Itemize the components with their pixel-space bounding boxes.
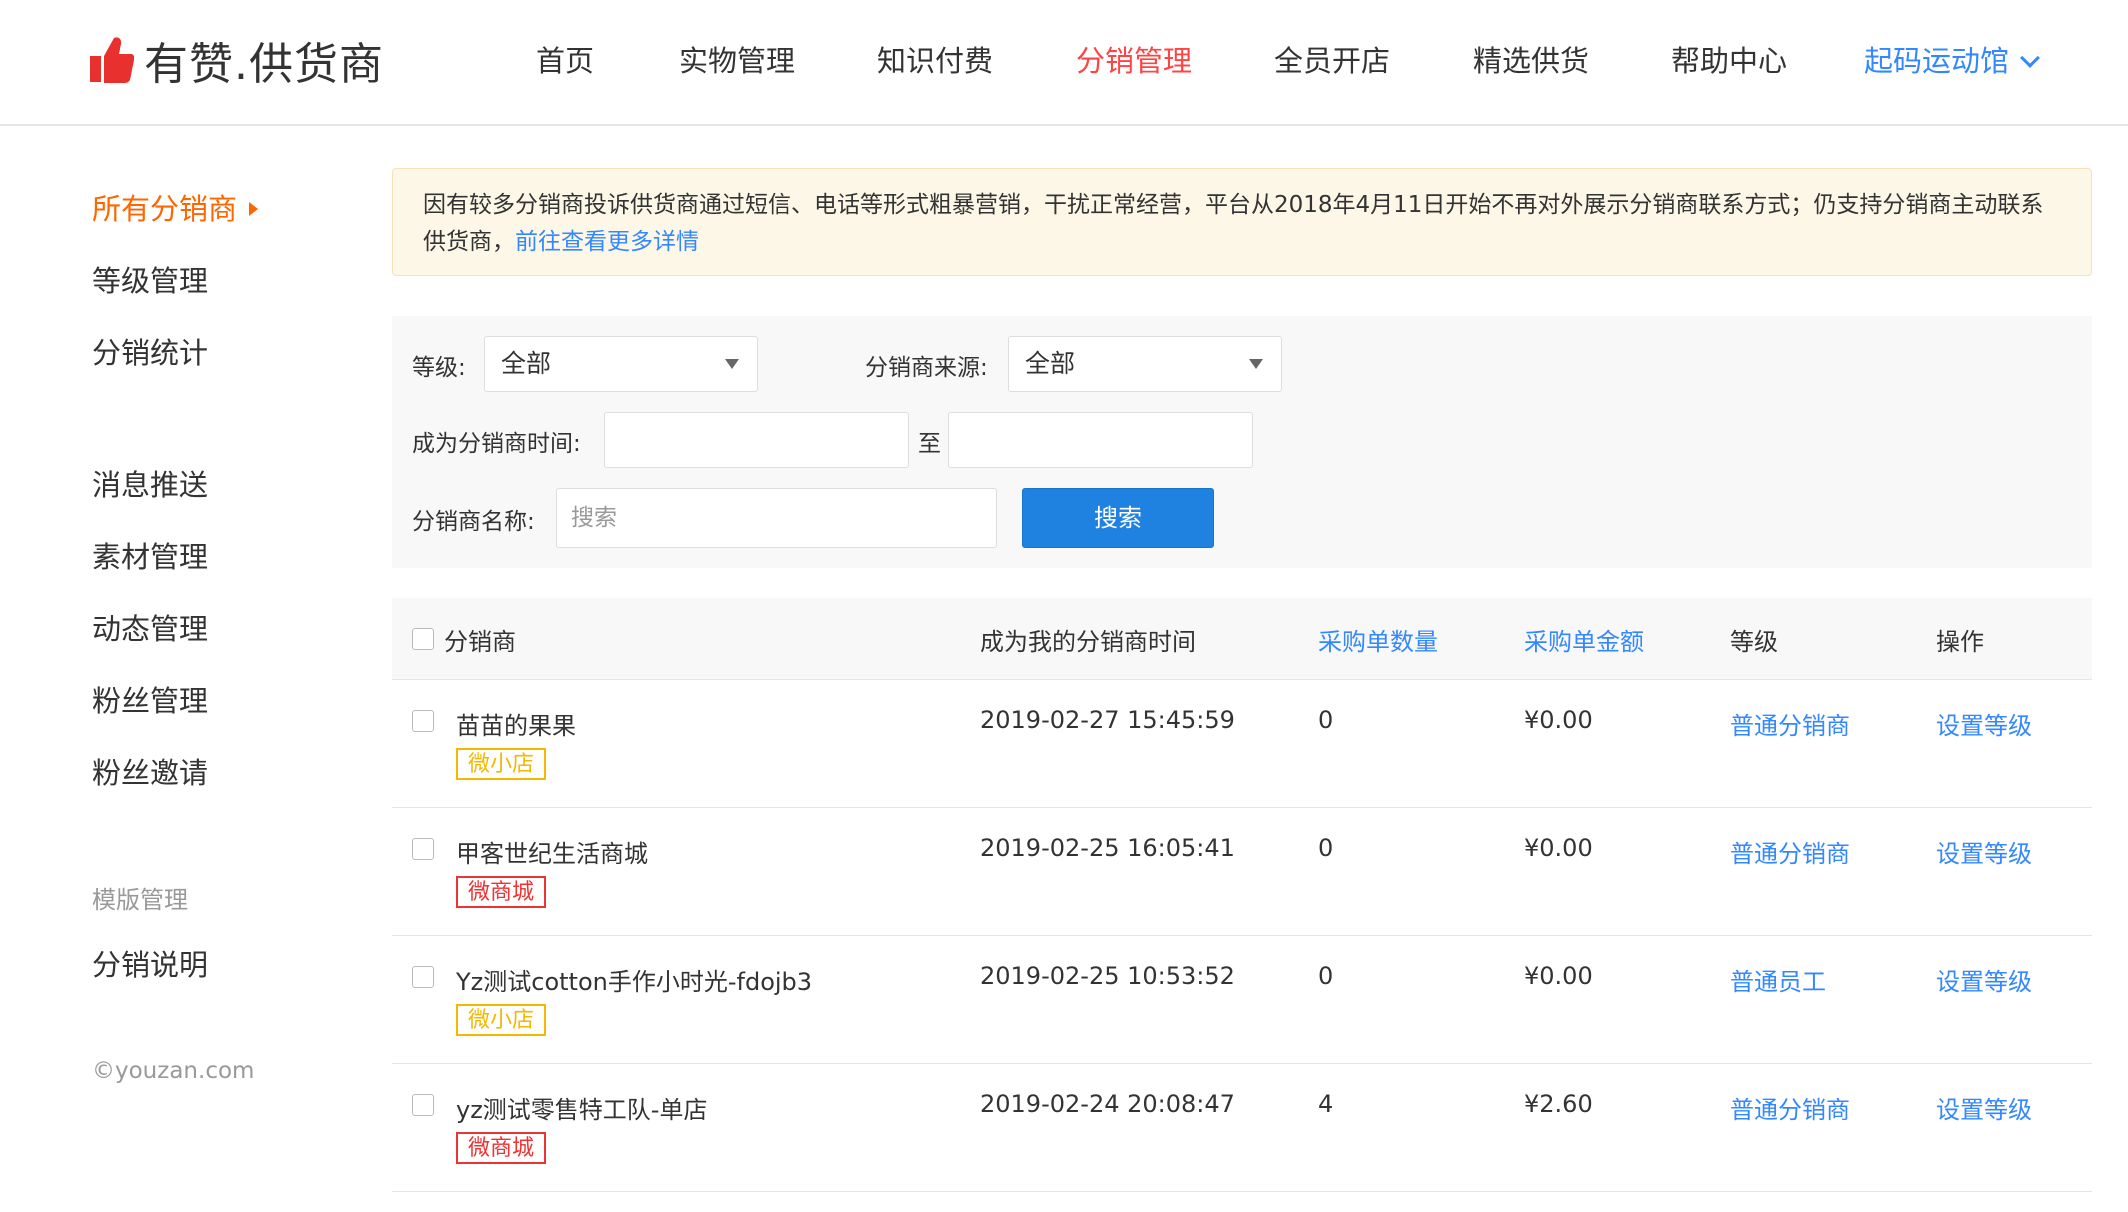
copyright: ©youzan.com [92, 1058, 255, 1084]
end-time-input[interactable] [948, 412, 1253, 468]
level-filter-label: 等级: [412, 355, 466, 381]
nav-selected-supply[interactable]: 精选供货 [1473, 38, 1589, 80]
row-checkbox[interactable] [412, 966, 434, 988]
table-row: Yz测试cotton手作小时光-fdojb3 微小店 2019-02-25 10… [392, 936, 2092, 1064]
nav-all-staff-store[interactable]: 全员开店 [1274, 38, 1390, 80]
order-count: 4 [1318, 1090, 1334, 1118]
level-link[interactable]: 普通分销商 [1730, 834, 1850, 869]
order-amount: ¥0.00 [1524, 706, 1593, 734]
level-link[interactable]: 普通分销商 [1730, 706, 1850, 741]
joined-time: 2019-02-24 20:08:47 [980, 1090, 1235, 1118]
order-count: 0 [1318, 962, 1334, 990]
time-range-separator: 至 [918, 431, 941, 457]
row-checkbox[interactable] [412, 1094, 434, 1116]
caret-down-icon [725, 359, 739, 369]
nav-knowledge-payment[interactable]: 知识付费 [877, 38, 993, 80]
sidebar-item-fan-invitation[interactable]: 粉丝邀请 [92, 750, 208, 792]
joined-time: 2019-02-25 16:05:41 [980, 834, 1235, 862]
distributor-name-search-input[interactable] [556, 488, 997, 548]
shop-type-badge: 微小店 [456, 1004, 547, 1036]
nav-physical-goods[interactable]: 实物管理 [679, 38, 795, 80]
time-filter-label: 成为分销商时间: [412, 431, 581, 457]
sidebar-item-level-management[interactable]: 等级管理 [92, 258, 208, 300]
set-level-link[interactable]: 设置等级 [1936, 1090, 2032, 1125]
column-distributor: 分销商 [444, 628, 516, 656]
shop-switcher[interactable]: 起码运动馆 [1864, 38, 2040, 80]
distributor-name: 苗苗的果果 [456, 712, 576, 740]
caret-right-icon [249, 202, 259, 216]
source-select-value: 全部 [1025, 349, 1076, 378]
nav-help-center[interactable]: 帮助中心 [1671, 38, 1787, 80]
column-order-amount[interactable]: 采购单金额 [1524, 622, 1644, 657]
table-row: yz测试零售特工队-单店 微商城 2019-02-24 20:08:47 4 ¥… [392, 1064, 2092, 1192]
brand-name: 有赞.供货商 [144, 39, 384, 90]
order-amount: ¥0.00 [1524, 834, 1593, 862]
sidebar: 所有分销商 等级管理 分销统计 消息推送 素材管理 动态管理 粉丝管理 粉丝邀请… [0, 126, 380, 1212]
nav-distribution[interactable]: 分销管理 [1076, 38, 1192, 80]
sidebar-item-material-management[interactable]: 素材管理 [92, 534, 208, 576]
notice-banner: 因有较多分销商投诉供货商通过短信、电话等形式粗暴营销，干扰正常经营，平台从201… [392, 168, 2092, 276]
joined-time: 2019-02-25 10:53:52 [980, 962, 1235, 990]
sidebar-item-all-distributors[interactable]: 所有分销商 [92, 186, 259, 228]
order-count: 0 [1318, 706, 1334, 734]
level-link[interactable]: 普通员工 [1730, 962, 1826, 997]
filter-panel: 等级: 全部 分销商来源: 全部 成为分销商时间: 至 分销商名称: 搜索 [392, 316, 2092, 568]
sidebar-item-distribution-stats[interactable]: 分销统计 [92, 330, 208, 372]
table-header: 分销商 成为我的分销商时间 采购单数量 采购单金额 等级 操作 [392, 598, 2092, 680]
select-all-checkbox[interactable] [412, 628, 434, 650]
sidebar-item-distribution-description[interactable]: 分销说明 [92, 942, 208, 984]
shop-type-badge: 微小店 [456, 748, 547, 780]
top-header: 有赞.供货商 首页 实物管理 知识付费 分销管理 全员开店 精选供货 帮助中心 … [0, 0, 2128, 126]
name-filter-label: 分销商名称: [412, 509, 535, 535]
order-amount: ¥0.00 [1524, 962, 1593, 990]
search-button[interactable]: 搜索 [1022, 488, 1214, 548]
shop-type-badge: 微商城 [456, 876, 547, 908]
sidebar-group-title: 模版管理 [92, 886, 188, 914]
chevron-down-icon [2020, 48, 2040, 68]
set-level-link[interactable]: 设置等级 [1936, 706, 2032, 741]
notice-details-link[interactable]: 前往查看更多详情 [515, 229, 699, 255]
distributor-name: Yz测试cotton手作小时光-fdojb3 [456, 968, 813, 996]
source-select[interactable]: 全部 [1008, 336, 1282, 392]
order-count: 0 [1318, 834, 1334, 862]
caret-down-icon [1249, 359, 1263, 369]
level-select[interactable]: 全部 [484, 336, 758, 392]
sidebar-item-label: 所有分销商 [92, 192, 238, 226]
row-checkbox[interactable] [412, 838, 434, 860]
nav-home[interactable]: 首页 [536, 38, 594, 80]
set-level-link[interactable]: 设置等级 [1936, 962, 2032, 997]
distributor-name: 甲客世纪生活商城 [456, 840, 648, 868]
brand-logo[interactable]: 有赞.供货商 [90, 30, 384, 90]
column-level: 等级 [1730, 628, 1778, 656]
table-row: 甲客世纪生活商城 微商城 2019-02-25 16:05:41 0 ¥0.00… [392, 808, 2092, 936]
order-amount: ¥2.60 [1524, 1090, 1593, 1118]
distributor-name: yz测试零售特工队-单店 [456, 1096, 708, 1124]
row-checkbox[interactable] [412, 710, 434, 732]
source-filter-label: 分销商来源: [865, 355, 988, 381]
shop-name: 起码运动馆 [1864, 44, 2010, 78]
level-link[interactable]: 普通分销商 [1730, 1090, 1850, 1125]
column-order-count[interactable]: 采购单数量 [1318, 622, 1438, 657]
start-time-input[interactable] [604, 412, 909, 468]
set-level-link[interactable]: 设置等级 [1936, 834, 2032, 869]
shop-type-badge: 微商城 [456, 1132, 547, 1164]
column-action: 操作 [1936, 628, 1984, 656]
sidebar-item-feed-management[interactable]: 动态管理 [92, 606, 208, 648]
thumbs-up-icon [90, 37, 134, 83]
column-joined-time: 成为我的分销商时间 [980, 628, 1196, 656]
sidebar-item-fan-management[interactable]: 粉丝管理 [92, 678, 208, 720]
level-select-value: 全部 [501, 349, 552, 378]
sidebar-item-message-push[interactable]: 消息推送 [92, 462, 208, 504]
joined-time: 2019-02-27 15:45:59 [980, 706, 1235, 734]
table-row: 苗苗的果果 微小店 2019-02-27 15:45:59 0 ¥0.00 普通… [392, 680, 2092, 808]
